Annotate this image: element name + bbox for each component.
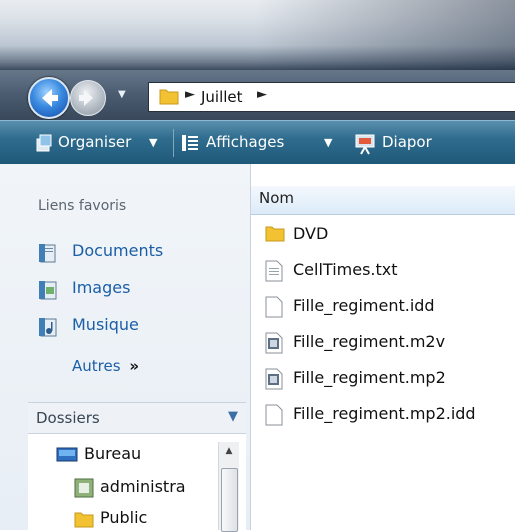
folder-icon [74, 512, 94, 528]
text-file-icon [265, 260, 283, 282]
chevron-down-icon[interactable]: ▼ [228, 409, 238, 424]
folders-heading: Dossiers [36, 409, 100, 427]
window-title-bar [0, 0, 515, 70]
user-folder-icon [74, 478, 94, 498]
slideshow-icon [355, 134, 375, 155]
organise-button[interactable]: Organiser [58, 133, 131, 151]
command-bar: Organiser ▼ Affichages ▼ Diapor [0, 120, 515, 165]
file-name: Fille_regiment.mp2 [293, 368, 446, 387]
favorite-link-images[interactable]: Images [72, 278, 130, 297]
toolbar-divider [173, 129, 174, 157]
file-name: Fille_regiment.mp2.idd [293, 404, 476, 423]
chevron-down-icon[interactable]: ▼ [149, 136, 157, 149]
documents-icon [39, 244, 56, 263]
views-button[interactable]: Affichages [206, 133, 284, 151]
file-icon [265, 404, 283, 426]
file-name: Fille_regiment.m2v [293, 332, 446, 351]
file-name: DVD [293, 224, 329, 243]
folder-tree: Bureau administra Public [28, 434, 246, 530]
organise-icon [36, 134, 52, 152]
double-chevron-icon: » [129, 357, 140, 375]
list-item[interactable]: Fille_regiment.m2v [265, 330, 515, 356]
column-header-label: Nom [259, 189, 295, 207]
file-list: Nom DVD CellTimes.txt Fille_regiment.idd… [251, 164, 515, 530]
music-icon [39, 318, 57, 337]
breadcrumb-separator-icon[interactable]: ► [257, 87, 267, 102]
more-links-label: Autres [72, 357, 121, 375]
file-name: CellTimes.txt [293, 260, 398, 279]
folders-header[interactable]: Dossiers ▼ [28, 402, 246, 434]
favorite-link-documents[interactable]: Documents [72, 241, 163, 260]
list-item[interactable]: DVD [265, 222, 515, 248]
scroll-up-icon[interactable]: ▲ [219, 442, 239, 460]
forward-arrow-icon [79, 90, 93, 106]
favorites-heading: Liens favoris [38, 198, 127, 214]
tree-item-desktop[interactable]: Bureau [84, 444, 141, 463]
media-file-icon [265, 332, 283, 354]
breadcrumb-item[interactable]: Juillet [201, 88, 243, 106]
tree-scrollbar[interactable]: ▲ [218, 442, 239, 532]
address-bar[interactable]: ► Juillet ► [148, 82, 515, 112]
folder-icon [265, 226, 285, 242]
navigation-pane: Liens favoris Documents Images Musique A… [0, 164, 251, 532]
back-arrow-icon [42, 89, 58, 107]
recent-pages-dropdown-icon[interactable]: ▼ [118, 89, 126, 100]
media-file-icon [265, 368, 283, 390]
favorite-link-music[interactable]: Musique [72, 315, 139, 334]
tree-item-public[interactable]: Public [100, 508, 147, 527]
desktop-icon [56, 447, 78, 462]
list-item[interactable]: Fille_regiment.mp2 [265, 366, 515, 392]
list-item[interactable]: CellTimes.txt [265, 258, 515, 284]
list-item[interactable]: Fille_regiment.mp2.idd [265, 402, 515, 428]
file-icon [265, 296, 283, 318]
tree-item-admin[interactable]: administra [100, 477, 218, 496]
folder-icon [159, 89, 179, 105]
chevron-down-icon[interactable]: ▼ [324, 136, 332, 149]
column-header-name[interactable]: Nom [251, 186, 515, 215]
address-row: ▼ ► Juillet ► [0, 70, 515, 120]
slideshow-button[interactable]: Diapor [382, 133, 432, 151]
back-button[interactable] [28, 77, 70, 119]
list-item[interactable]: Fille_regiment.idd [265, 294, 515, 320]
scroll-thumb[interactable] [221, 468, 238, 532]
file-name: Fille_regiment.idd [293, 296, 435, 315]
images-icon [39, 281, 57, 300]
more-links-button[interactable]: Autres » [72, 357, 139, 375]
views-icon [182, 135, 198, 151]
breadcrumb-separator-icon[interactable]: ► [185, 87, 195, 102]
forward-button[interactable] [70, 80, 106, 116]
